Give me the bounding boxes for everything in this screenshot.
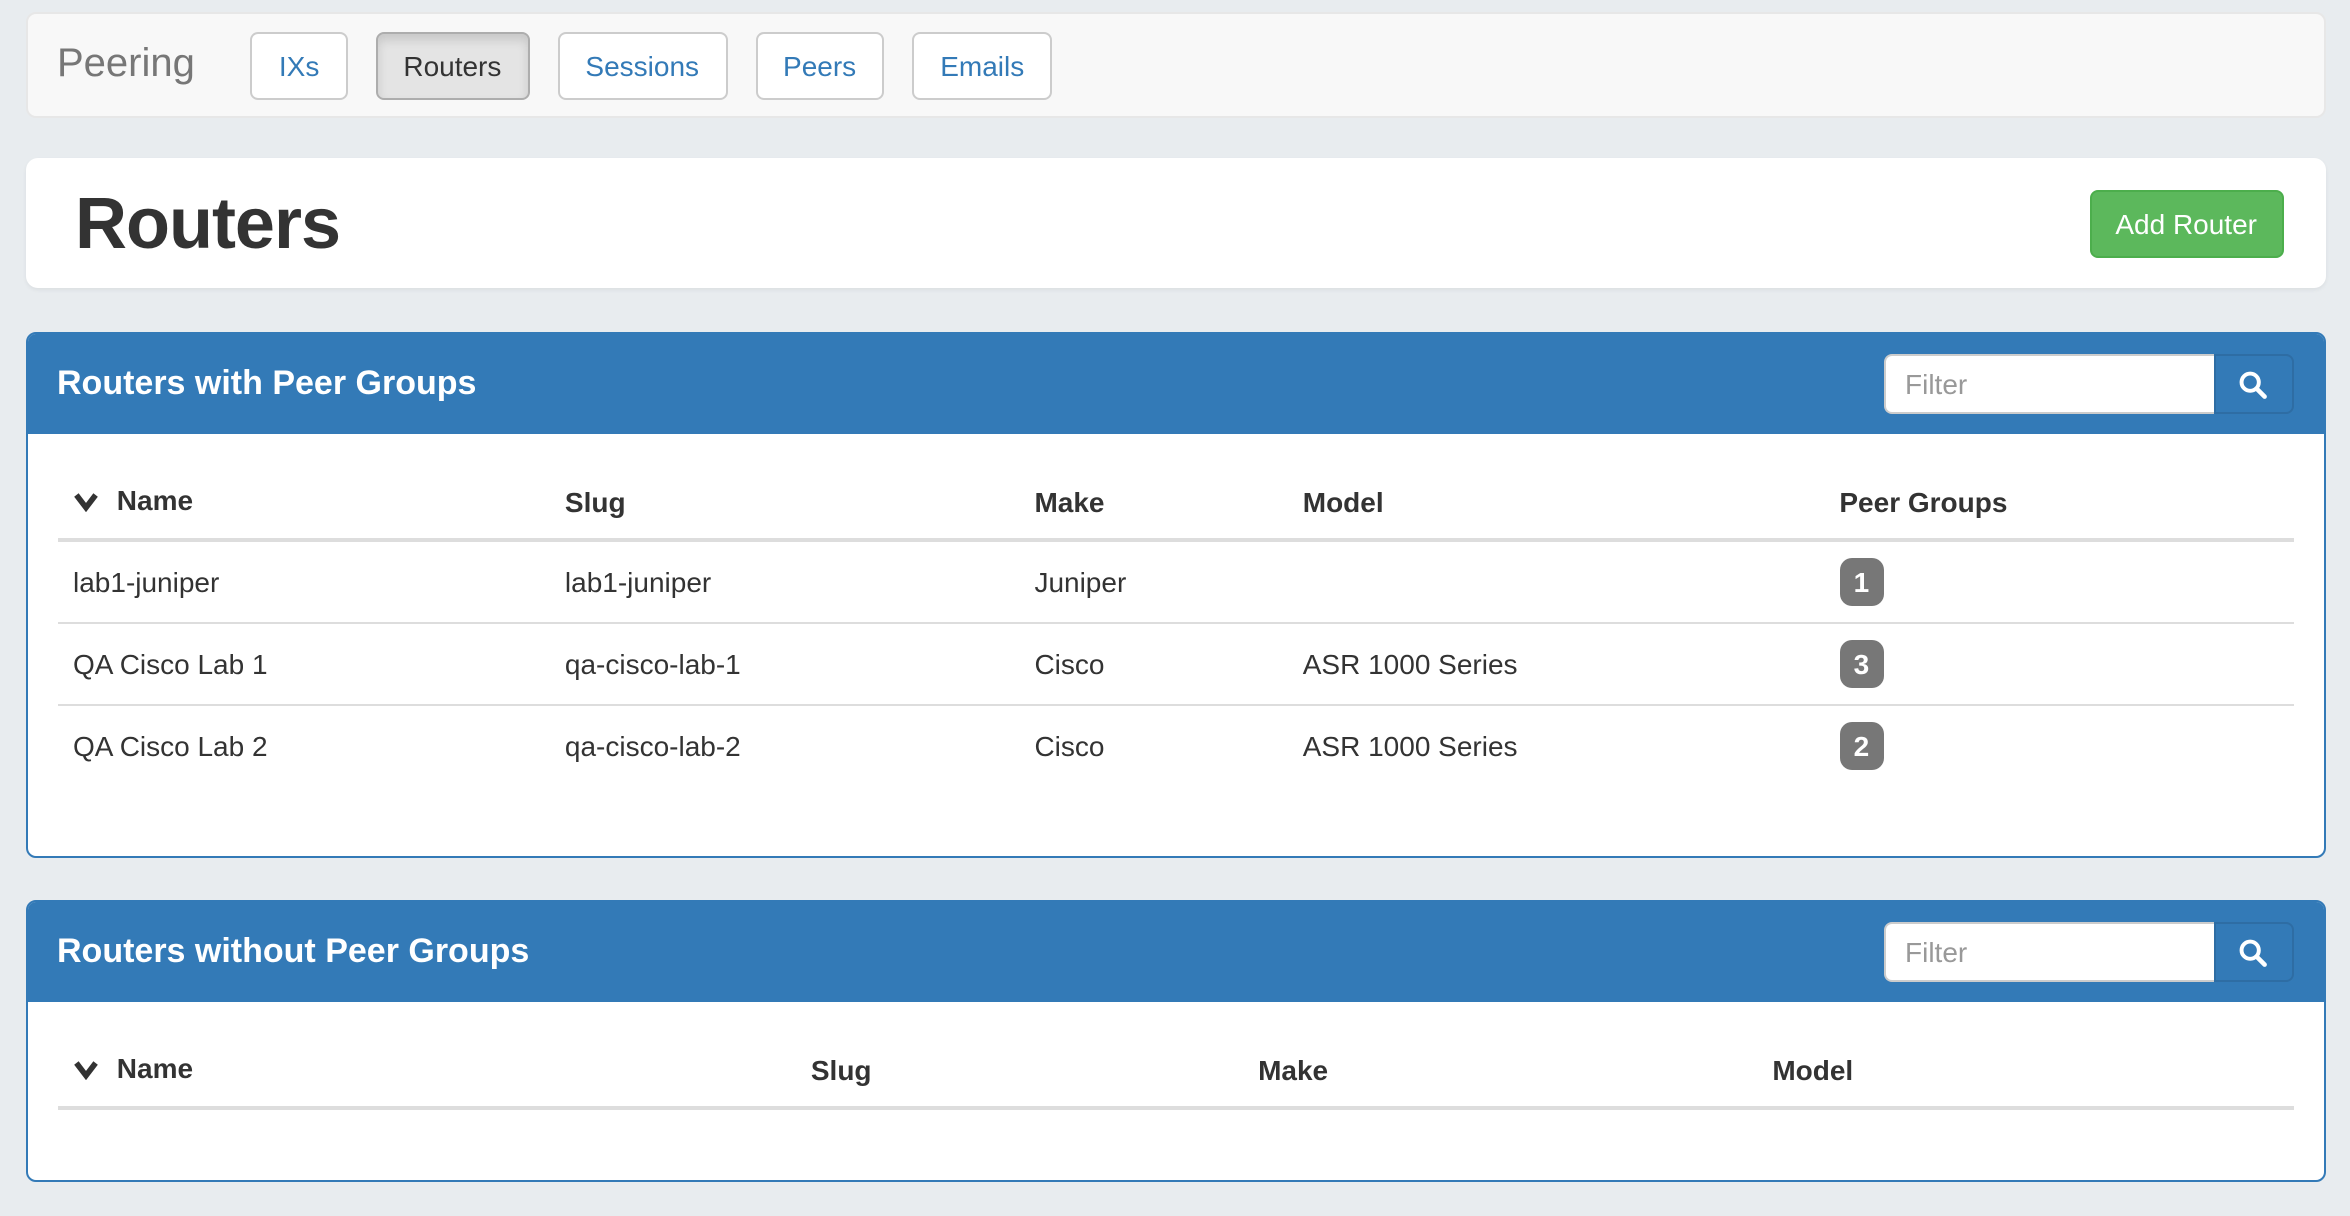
add-router-button[interactable]: Add Router	[2089, 189, 2283, 257]
chevron-down-icon	[73, 1054, 105, 1086]
chevron-down-icon	[73, 486, 105, 518]
panel-routers-without-peer-groups: Routers without Peer Groups	[25, 900, 2325, 1182]
column-header-model[interactable]: Model	[1287, 464, 1824, 540]
cell-make: Cisco	[1018, 623, 1286, 705]
cell-peer-groups: 3	[1823, 623, 2293, 705]
cell-slug: lab1-juniper	[549, 540, 1019, 623]
peer-groups-count-badge: 1	[1839, 558, 1883, 606]
column-header-name[interactable]: Name	[57, 1032, 795, 1108]
cell-name: QA Cisco Lab 1	[57, 623, 549, 705]
table-row: QA Cisco Lab 2qa-cisco-lab-2CiscoASR 100…	[57, 705, 2293, 786]
filter-group	[1883, 922, 2293, 982]
magnifier-icon	[2238, 937, 2268, 967]
nav-button-sessions[interactable]: Sessions	[557, 31, 727, 99]
page-header-card: Routers Add Router	[25, 158, 2325, 288]
panel-title: Routers without Peer Groups	[57, 932, 529, 972]
filter-group	[1883, 354, 2293, 414]
column-header-slug[interactable]: Slug	[795, 1032, 1242, 1108]
search-button[interactable]	[2213, 354, 2293, 414]
cell-make: Cisco	[1018, 705, 1286, 786]
cell-make: Juniper	[1018, 540, 1286, 623]
navbar: Peering IXs Routers Sessions Peers Email…	[25, 12, 2325, 118]
table-row: QA Cisco Lab 1qa-cisco-lab-1CiscoASR 100…	[57, 623, 2293, 705]
cell-model: ASR 1000 Series	[1287, 623, 1824, 705]
search-button[interactable]	[2213, 922, 2293, 982]
nav-button-ixs[interactable]: IXs	[251, 31, 347, 99]
panel-body: Name Slug Make Model Peer Groups lab1-ju…	[27, 434, 2323, 856]
cell-peer-groups: 1	[1823, 540, 2293, 623]
brand-link[interactable]: Peering	[57, 42, 195, 88]
nav-button-emails[interactable]: Emails	[912, 31, 1052, 99]
column-header-name[interactable]: Name	[57, 464, 549, 540]
cell-name: QA Cisco Lab 2	[57, 705, 549, 786]
peer-groups-count-badge: 2	[1839, 722, 1883, 770]
column-header-slug[interactable]: Slug	[549, 464, 1019, 540]
panel-title: Routers with Peer Groups	[57, 364, 476, 404]
cell-slug: qa-cisco-lab-2	[549, 705, 1019, 786]
routers-without-peer-groups-table: Name Slug Make Model	[57, 1032, 2293, 1110]
table-body: lab1-juniperlab1-juniperJuniper1QA Cisco…	[57, 540, 2293, 786]
column-header-peer-groups[interactable]: Peer Groups	[1823, 464, 2293, 540]
column-header-make[interactable]: Make	[1242, 1032, 1756, 1108]
magnifier-icon	[2238, 369, 2268, 399]
cell-model: ASR 1000 Series	[1287, 705, 1824, 786]
nav-button-peers[interactable]: Peers	[755, 31, 884, 99]
cell-model	[1287, 540, 1824, 623]
panel-body: Name Slug Make Model	[27, 1002, 2323, 1180]
column-header-make[interactable]: Make	[1018, 464, 1286, 540]
column-header-model[interactable]: Model	[1756, 1032, 2293, 1108]
nav-button-routers[interactable]: Routers	[375, 31, 529, 99]
peering-app: Peering IXs Routers Sessions Peers Email…	[0, 12, 2350, 1216]
cell-name: lab1-juniper	[57, 540, 549, 623]
filter-input[interactable]	[1883, 922, 2213, 982]
page-title: Routers	[75, 181, 340, 265]
panel-routers-with-peer-groups: Routers with Peer Groups	[25, 332, 2325, 858]
panel-heading: Routers without Peer Groups	[27, 902, 2323, 1002]
table-row: lab1-juniperlab1-juniperJuniper1	[57, 540, 2293, 623]
cell-slug: qa-cisco-lab-1	[549, 623, 1019, 705]
filter-input[interactable]	[1883, 354, 2213, 414]
panel-heading: Routers with Peer Groups	[27, 334, 2323, 434]
routers-with-peer-groups-table: Name Slug Make Model Peer Groups lab1-ju…	[57, 464, 2293, 786]
peer-groups-count-badge: 3	[1839, 640, 1883, 688]
cell-peer-groups: 2	[1823, 705, 2293, 786]
table-header-row: Name Slug Make Model Peer Groups	[57, 464, 2293, 540]
table-header-row: Name Slug Make Model	[57, 1032, 2293, 1108]
